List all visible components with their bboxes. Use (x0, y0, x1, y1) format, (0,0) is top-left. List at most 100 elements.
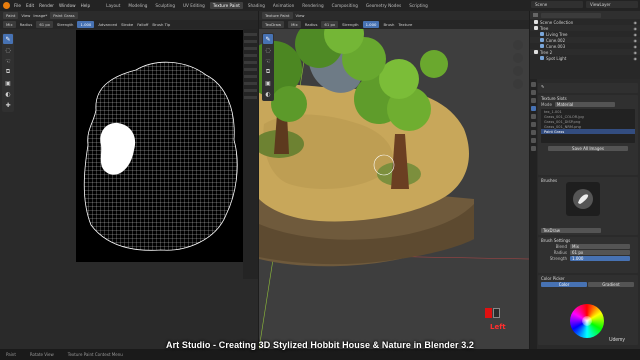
collection-icon (534, 50, 538, 54)
view-layer-selector[interactable]: ViewLayer (586, 1, 638, 8)
soften-tool-icon[interactable]: ◌ (3, 45, 13, 55)
menu-render[interactable]: Render (39, 3, 54, 8)
visibility-eye-icon[interactable]: ◉ (634, 26, 638, 31)
radius-prop-label: Radius (553, 249, 567, 255)
uv-image-canvas[interactable] (76, 30, 243, 262)
mode-dropdown[interactable]: Material (554, 101, 615, 107)
viewport-blend-dropdown[interactable]: Mix (288, 21, 301, 28)
zoom-icon[interactable] (513, 40, 523, 50)
advanced-menu[interactable]: Advanced (98, 22, 117, 27)
viewport-mode-dropdown[interactable]: Texture Paint (262, 12, 293, 19)
viewport-tool-settings: TexDraw Mix Radius 61 px Strength 1.000 … (259, 20, 529, 29)
visibility-eye-icon[interactable]: ◉ (634, 20, 638, 25)
active-tool-tab-icon[interactable] (531, 106, 536, 111)
outliner-row-label: Cone.002 (546, 37, 566, 43)
visibility-eye-icon[interactable]: ◉ (634, 38, 638, 43)
stroke-menu[interactable]: Stroke (121, 22, 133, 27)
outliner-row-label: Tree (540, 25, 549, 31)
brush-name-field[interactable]: TexDraw (541, 227, 601, 233)
tab-geometry-nodes[interactable]: Geometry Nodes (363, 2, 404, 9)
color-tab[interactable]: Color (541, 281, 587, 287)
menu-help[interactable]: Help (81, 3, 91, 8)
menu-edit[interactable]: Edit (26, 3, 34, 8)
viewport-view-menu[interactable]: View (296, 13, 305, 18)
outliner-row-label: Tree 2 (540, 49, 553, 55)
visibility-eye-icon[interactable]: ◉ (634, 32, 638, 37)
image-name-field[interactable]: Paint Grass (50, 12, 78, 19)
visibility-eye-icon[interactable]: ◉ (634, 50, 638, 55)
brush-selector[interactable]: TexDraw (262, 21, 285, 28)
texture-menu[interactable]: Texture (398, 22, 412, 27)
material-tab-icon[interactable] (531, 146, 536, 151)
image-editor-view-menu[interactable]: View (21, 13, 30, 18)
tab-sculpting[interactable]: Sculpting (152, 2, 178, 9)
image-editor-mode[interactable]: Paint (3, 12, 19, 19)
viewport-clone-tool-icon[interactable]: ⧉ (263, 67, 273, 77)
tab-compositing[interactable]: Compositing (329, 2, 361, 9)
render-tab-icon[interactable] (531, 90, 536, 95)
view-direction-label: Left (490, 323, 506, 331)
blend-mode-dropdown[interactable]: Mix (3, 21, 16, 28)
pan-icon[interactable] (513, 53, 523, 63)
viewport-soften-tool-icon[interactable]: ◌ (263, 45, 273, 55)
tab-scripting[interactable]: Scripting (406, 2, 431, 9)
fill-tool-icon[interactable]: ▣ (3, 78, 13, 88)
tab-uv-editing[interactable]: UV Editing (180, 2, 208, 9)
visibility-eye-icon[interactable]: ◉ (634, 56, 638, 61)
clone-tool-icon[interactable]: ⧉ (3, 67, 13, 77)
image-editor-image-menu[interactable]: Image* (33, 13, 47, 18)
tab-shading[interactable]: Shading (245, 2, 268, 9)
modifier-tab-icon[interactable] (531, 138, 536, 143)
color-wheel[interactable] (570, 304, 604, 338)
menu-file[interactable]: File (14, 3, 21, 8)
top-menu-bar: File Edit Render Window Help Layout Mode… (0, 0, 640, 11)
tab-rendering[interactable]: Rendering (299, 2, 326, 9)
visibility-eye-icon[interactable]: ◉ (634, 44, 638, 49)
strength-field[interactable]: 1.000 (77, 21, 95, 28)
tool-tab-icon[interactable] (531, 82, 536, 87)
outliner-search[interactable] (541, 12, 601, 18)
radius-prop-field[interactable]: 61 px (570, 249, 630, 255)
texture-slot-list: tex_1.001 Grass_001_COLOR.jpg Grass_001_… (541, 109, 635, 143)
mask-tool-icon[interactable]: ◐ (3, 89, 13, 99)
tab-layout[interactable]: Layout (103, 2, 123, 9)
tool-panel-title[interactable]: ✎ (538, 83, 638, 89)
draw-tool-icon[interactable]: ✎ (3, 34, 13, 44)
brush-preview-thumbnail[interactable] (566, 182, 600, 216)
falloff-menu[interactable]: Falloff (137, 22, 148, 27)
outliner-row-label: Cone.003 (546, 43, 566, 49)
radius-field[interactable]: 61 px (36, 21, 54, 28)
outliner-filter-icon[interactable] (533, 13, 538, 17)
blend-dropdown[interactable]: Mix (570, 243, 630, 249)
menu-window[interactable]: Window (59, 3, 76, 8)
viewport-smear-tool-icon[interactable]: ☜ (263, 56, 273, 66)
save-all-images-button[interactable]: Save All Images (548, 145, 628, 151)
sample-tool-icon[interactable]: ✚ (3, 100, 13, 110)
strength-prop-field[interactable]: 1.000 (570, 255, 630, 261)
viewport-fill-tool-icon[interactable]: ▣ (263, 78, 273, 88)
tab-texture-paint[interactable]: Texture Paint (209, 2, 243, 9)
viewport-draw-tool-icon[interactable]: ✎ (263, 34, 273, 44)
brush-menu[interactable]: Brush (383, 22, 394, 27)
radius-label: Radius (19, 22, 33, 27)
viewport-radius-field[interactable]: 61 px (321, 21, 339, 28)
texture-slot-item-selected[interactable]: Paint Grass (541, 129, 635, 134)
grid-icon[interactable] (513, 79, 523, 89)
outliner-row[interactable]: Spot Light ◉ (530, 55, 640, 61)
gradient-tab[interactable]: Gradient (588, 281, 634, 287)
viewport-mask-tool-icon[interactable]: ◐ (263, 89, 273, 99)
tab-modeling[interactable]: Modeling (125, 2, 150, 9)
blender-logo-icon[interactable] (3, 2, 10, 9)
3d-viewport[interactable] (259, 29, 529, 349)
camera-icon[interactable] (513, 66, 523, 76)
object-tab-icon[interactable] (531, 130, 536, 135)
navigation-gizmo[interactable] (510, 38, 526, 98)
scene-tab-icon[interactable] (531, 114, 536, 119)
smear-tool-icon[interactable]: ☜ (3, 56, 13, 66)
scene-selector[interactable]: Scene (531, 1, 583, 8)
output-tab-icon[interactable] (531, 98, 536, 103)
world-tab-icon[interactable] (531, 122, 536, 127)
brush-tip-menu[interactable]: Brush Tip (152, 22, 170, 27)
tab-animation[interactable]: Animation (270, 2, 297, 9)
viewport-strength-field[interactable]: 1.000 (362, 21, 380, 28)
